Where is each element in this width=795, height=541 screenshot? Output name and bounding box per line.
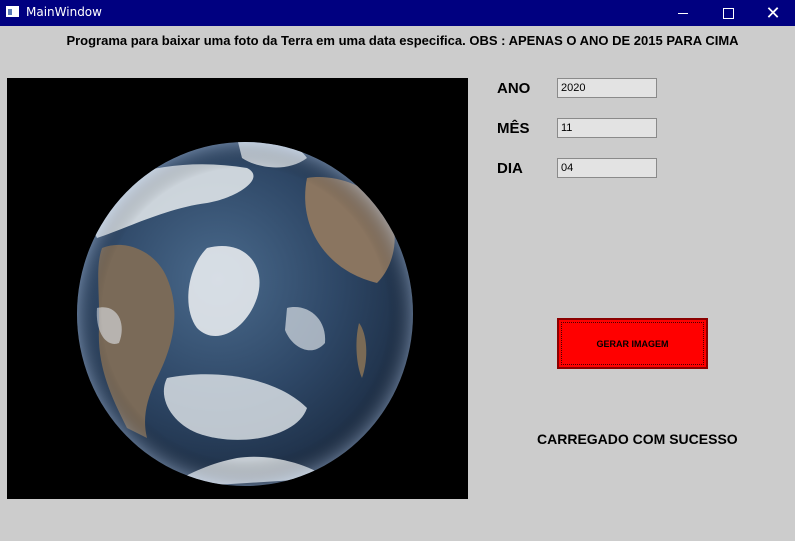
title-bar[interactable]: MainWindow ✕	[0, 0, 795, 26]
day-input[interactable]: 04	[557, 158, 657, 178]
close-icon: ✕	[765, 3, 781, 23]
earth-image	[7, 78, 468, 499]
app-window-icon	[6, 6, 19, 17]
generate-image-button[interactable]: GERAR IMAGEM	[557, 318, 708, 369]
maximize-icon	[722, 7, 734, 19]
year-input[interactable]: 2020	[557, 78, 657, 98]
minimize-button[interactable]	[660, 0, 706, 26]
status-message: CARREGADO COM SUCESSO	[537, 431, 738, 447]
month-input[interactable]: 11	[557, 118, 657, 138]
day-label: DIA	[497, 160, 523, 177]
year-label: ANO	[497, 80, 531, 97]
close-button[interactable]: ✕	[750, 0, 795, 26]
month-label: MÊS	[497, 120, 530, 137]
generate-image-button-label: GERAR IMAGEM	[596, 338, 669, 349]
window-title: MainWindow	[26, 5, 102, 19]
minimize-icon	[678, 12, 688, 14]
maximize-button[interactable]	[705, 0, 751, 26]
earth-globe-picture	[77, 142, 413, 486]
instructions-text: Programa para baixar uma foto da Terra e…	[66, 33, 739, 48]
